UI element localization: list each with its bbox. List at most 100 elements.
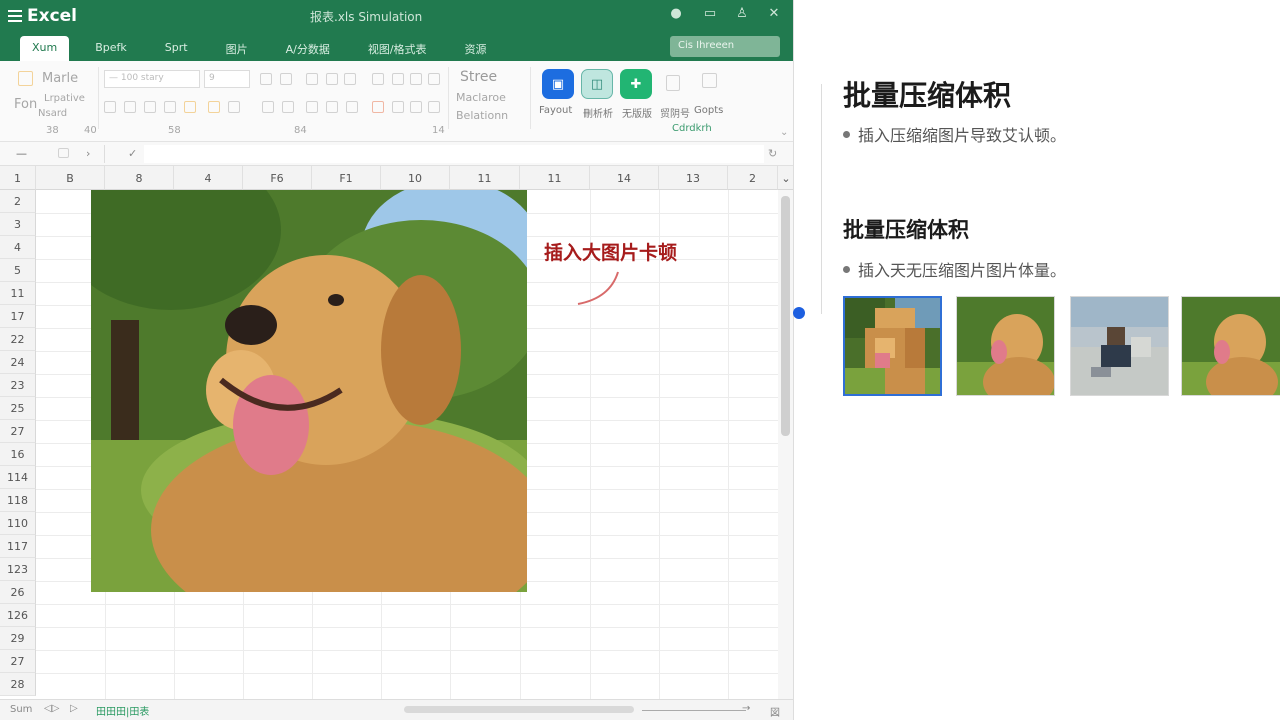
column-header[interactable]: 11: [520, 166, 590, 190]
italic-icon[interactable]: [280, 73, 292, 85]
column-header[interactable]: B: [36, 166, 105, 190]
column-header[interactable]: 8: [105, 166, 174, 190]
column-header[interactable]: 4: [174, 166, 243, 190]
indent-icon[interactable]: [262, 101, 274, 113]
wrap-icon[interactable]: [208, 101, 220, 113]
font-name-select[interactable]: — 100 stary: [104, 70, 200, 88]
row-header[interactable]: 29: [0, 627, 36, 650]
column-header[interactable]: F6: [243, 166, 312, 190]
fill-color-icon[interactable]: [392, 73, 404, 85]
row-header[interactable]: 23: [0, 374, 36, 397]
eraser-icon[interactable]: [410, 73, 422, 85]
row-header[interactable]: 117: [0, 535, 36, 558]
merge-icon[interactable]: [228, 101, 240, 113]
sheet-tab[interactable]: 田田田|田表: [96, 703, 149, 718]
compress-picture-button[interactable]: ◫: [581, 69, 613, 99]
font-color-icon[interactable]: [372, 73, 384, 85]
worksheet-grid[interactable]: 1 B 8 4 F6 F1 10 11 11 14 13 2 ⌄ 2 3 4 5…: [0, 166, 793, 699]
function-icon[interactable]: [58, 148, 69, 158]
check-icon[interactable]: [344, 73, 356, 85]
row-header[interactable]: 28: [0, 673, 36, 696]
tab-resources[interactable]: 资源: [453, 36, 499, 61]
paste-icon[interactable]: [18, 71, 33, 86]
column-header[interactable]: 13: [659, 166, 728, 190]
outdent-icon[interactable]: [282, 101, 294, 113]
copy-icon[interactable]: [666, 75, 680, 91]
bold-icon[interactable]: [260, 73, 272, 85]
row-header[interactable]: 17: [0, 305, 36, 328]
tab-home[interactable]: Xum: [20, 36, 70, 61]
align-left-icon[interactable]: [144, 101, 156, 113]
column-header[interactable]: 11: [450, 166, 520, 190]
tab-view[interactable]: 视图/格式表: [356, 36, 439, 61]
percent-icon[interactable]: [326, 101, 338, 113]
row-header[interactable]: 110: [0, 512, 36, 535]
row-header[interactable]: 27: [0, 650, 36, 673]
sheet-next-icon[interactable]: ▷: [70, 703, 78, 714]
styles-button[interactable]: Stree: [460, 69, 497, 85]
search-input[interactable]: Cis Ihreeen: [670, 36, 780, 57]
horizontal-scrollbar[interactable]: [404, 706, 634, 713]
row-header[interactable]: 22: [0, 328, 36, 351]
lossless-button[interactable]: ✚: [620, 69, 652, 99]
align-center-icon[interactable]: [164, 101, 176, 113]
format-icon[interactable]: [428, 101, 440, 113]
play-icon[interactable]: [428, 73, 440, 85]
strike-icon[interactable]: [326, 73, 338, 85]
tab-insert[interactable]: Bpefk: [83, 36, 139, 61]
tab-picture[interactable]: 图片: [214, 36, 260, 61]
decimal-icon[interactable]: [346, 101, 358, 113]
ribbon-collapse-icon[interactable]: ⌄: [780, 127, 788, 138]
tab-data[interactable]: A/分数据: [274, 36, 342, 61]
column-header[interactable]: 1: [0, 166, 36, 190]
row-header[interactable]: 118: [0, 489, 36, 512]
paste-button[interactable]: Marle: [42, 71, 78, 86]
thumbnail-dog-compressed[interactable]: [1181, 296, 1280, 396]
row-header[interactable]: 24: [0, 351, 36, 374]
row-header[interactable]: 26: [0, 581, 36, 604]
format-painter-label[interactable]: Fon: [14, 97, 37, 112]
vertical-scroll-thumb[interactable]: [781, 196, 790, 436]
row-header[interactable]: 3: [0, 213, 36, 236]
addin-link[interactable]: Cdrdkrh: [672, 123, 712, 134]
row-header[interactable]: 5: [0, 259, 36, 282]
row-header[interactable]: 2: [0, 190, 36, 213]
row-header[interactable]: 114: [0, 466, 36, 489]
options-icon[interactable]: [702, 73, 717, 88]
column-header[interactable]: 14: [590, 166, 659, 190]
zoom-slider[interactable]: [642, 710, 746, 711]
table-style-icon[interactable]: [392, 101, 404, 113]
thumbnail-pixelated-dog[interactable]: [843, 296, 942, 396]
inserted-dog-picture[interactable]: [91, 190, 527, 592]
row-header[interactable]: 16: [0, 443, 36, 466]
thumbnail-pixelated-person[interactable]: [1070, 296, 1169, 396]
page-indicator[interactable]: 図: [770, 704, 780, 719]
sheet-name[interactable]: Sum: [10, 704, 32, 715]
confirm-icon[interactable]: ✓: [128, 147, 137, 160]
grid-icon[interactable]: [124, 101, 136, 113]
row-header[interactable]: 123: [0, 558, 36, 581]
underline-icon[interactable]: [306, 73, 318, 85]
row-header[interactable]: 25: [0, 397, 36, 420]
font-size-select[interactable]: 9: [204, 70, 250, 88]
layout-button[interactable]: ▣: [542, 69, 574, 99]
cell-style-icon[interactable]: [410, 101, 422, 113]
row-header[interactable]: 11: [0, 282, 36, 305]
conditional-format-icon[interactable]: [372, 101, 384, 113]
sheet-nav-icon[interactable]: ◁▷: [44, 703, 59, 714]
tab-layout[interactable]: Sprt: [153, 36, 200, 61]
zoom-arrow-icon[interactable]: →: [742, 703, 750, 714]
restore-icon[interactable]: ▭: [702, 6, 718, 21]
formula-input[interactable]: [144, 145, 764, 163]
column-header[interactable]: 2: [728, 166, 778, 190]
refresh-icon[interactable]: ↻: [768, 147, 777, 160]
row-header[interactable]: 4: [0, 236, 36, 259]
align-right-icon[interactable]: [184, 101, 196, 113]
thumbnail-dog[interactable]: [956, 296, 1055, 396]
name-box[interactable]: —: [16, 147, 27, 160]
account-icon[interactable]: ●: [668, 6, 684, 21]
row-header[interactable]: 27: [0, 420, 36, 443]
border-icon[interactable]: [104, 101, 116, 113]
close-icon[interactable]: ✕: [766, 6, 782, 21]
row-header[interactable]: 126: [0, 604, 36, 627]
